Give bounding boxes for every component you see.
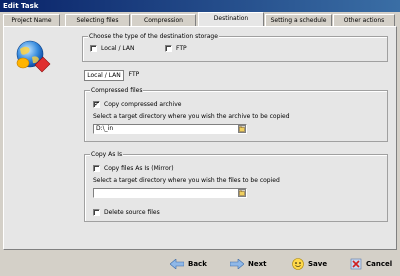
copy-as-is-group-title: Copy As Is — [90, 151, 124, 158]
compressed-files-group-title: Compressed files — [90, 87, 144, 94]
ftp-checkbox[interactable] — [165, 45, 172, 52]
tab-other-actions[interactable]: Other actions — [333, 14, 395, 26]
archive-directory-input[interactable]: D:\_in — [93, 124, 247, 134]
save-button-label: Save — [308, 260, 328, 268]
files-directory-label: Select a target directory where you wish… — [93, 177, 280, 184]
globe-disk-icon — [13, 39, 53, 75]
tab-strip: Project Name Selecting files Compression… — [3, 12, 397, 26]
back-arrow-icon — [170, 259, 184, 269]
delete-source-files-label: Delete source files — [104, 209, 160, 216]
next-button-label: Next — [248, 260, 267, 268]
archive-directory-label: Select a target directory where you wish… — [93, 113, 290, 120]
tab-setting-a-schedule[interactable]: Setting a schedule — [265, 14, 332, 26]
copy-compressed-archive-checkbox[interactable] — [93, 100, 100, 109]
local-lan-label: Local / LAN — [101, 45, 135, 52]
ftp-label: FTP — [176, 45, 187, 52]
copy-mirror-checkbox[interactable] — [93, 165, 100, 172]
tab-compression[interactable]: Compression — [131, 14, 196, 26]
copy-mirror-label: Copy files As Is (Mirror) — [104, 165, 174, 172]
tab-selecting-files[interactable]: Selecting files — [65, 14, 130, 26]
save-icon — [292, 258, 304, 270]
delete-source-files-checkbox[interactable] — [93, 209, 100, 216]
next-button[interactable]: Next — [230, 256, 266, 272]
destination-panel: Choose the type of the destination stora… — [3, 26, 397, 250]
save-button[interactable]: Save — [292, 256, 327, 272]
footer-bar: Back Next Save Cancel — [0, 250, 400, 276]
subtab-local-lan[interactable]: Local / LAN — [84, 70, 124, 81]
tab-destination[interactable]: Destination — [198, 12, 264, 26]
compressed-files-group: Compressed files Copy compressed archive… — [84, 87, 388, 142]
next-arrow-icon — [230, 259, 244, 269]
back-button[interactable]: Back — [170, 256, 207, 272]
storage-type-group: Choose the type of the destination stora… — [82, 33, 388, 62]
archive-browse-icon[interactable] — [238, 125, 246, 133]
cancel-button[interactable]: Cancel — [350, 256, 392, 272]
window-title: Edit Task — [0, 0, 400, 12]
cancel-icon — [350, 258, 362, 270]
cancel-button-label: Cancel — [366, 260, 393, 268]
back-button-label: Back — [188, 260, 207, 268]
tab-project-name[interactable]: Project Name — [3, 14, 60, 26]
files-browse-icon[interactable] — [238, 189, 246, 197]
local-lan-checkbox[interactable] — [90, 45, 97, 52]
subtab-ftp[interactable]: FTP — [126, 70, 142, 81]
copy-as-is-group: Copy As Is Copy files As Is (Mirror) Sel… — [84, 151, 388, 222]
copy-compressed-archive-label: Copy compressed archive — [104, 101, 182, 108]
files-directory-input[interactable] — [93, 188, 247, 198]
storage-type-group-title: Choose the type of the destination stora… — [88, 33, 219, 40]
